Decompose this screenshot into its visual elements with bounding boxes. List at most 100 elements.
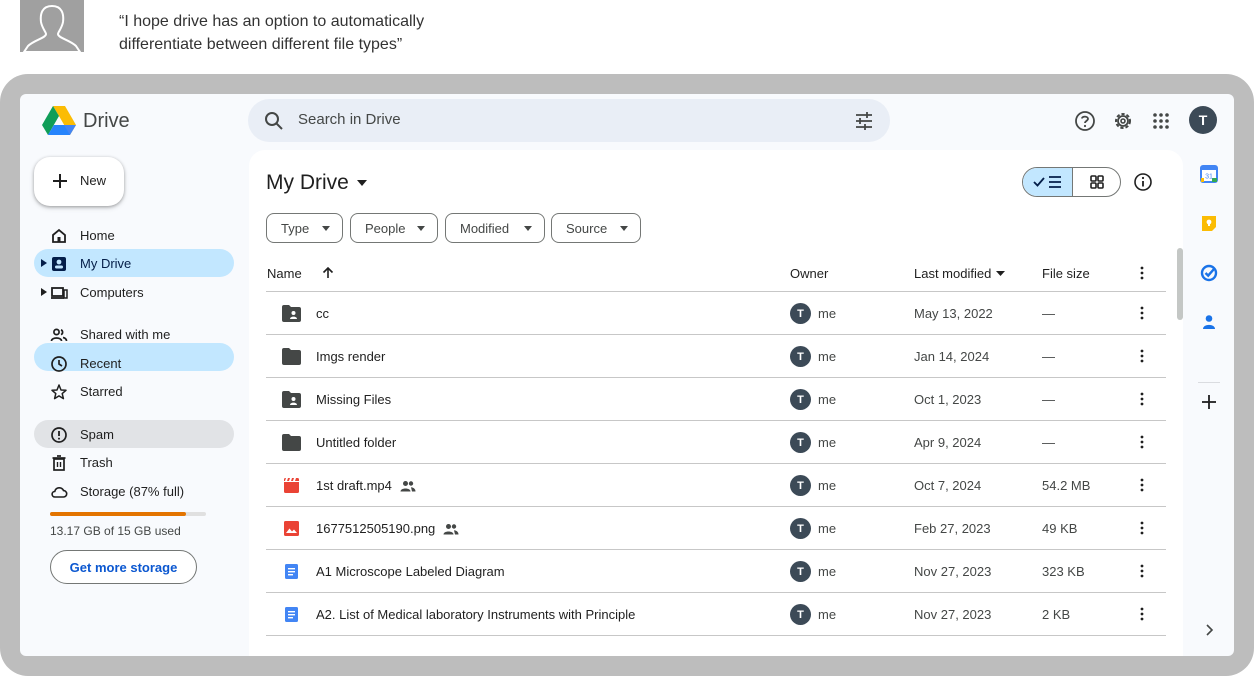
table-row[interactable]: A1 Microscope Labeled Diagram T me Nov 2… bbox=[266, 550, 1166, 593]
sidebar-item-my-drive[interactable]: My Drive bbox=[34, 249, 234, 277]
sidebar-item-storage[interactable]: Storage (87% full) bbox=[34, 477, 234, 505]
device-frame: Drive Search in Drive T New Home My Driv… bbox=[0, 74, 1254, 676]
column-header-owner[interactable]: Owner bbox=[790, 255, 828, 291]
help-icon[interactable] bbox=[1072, 108, 1098, 134]
owner-avatar: T bbox=[790, 432, 811, 453]
owner-name: me bbox=[818, 564, 837, 579]
chevron-down-icon bbox=[417, 226, 425, 231]
file-size: — bbox=[1042, 306, 1055, 321]
chevron-down-icon bbox=[356, 180, 367, 186]
search-input[interactable]: Search in Drive bbox=[298, 111, 401, 128]
search-options-icon[interactable] bbox=[854, 111, 874, 131]
table-row[interactable]: Imgs render T me Jan 14, 2024 — bbox=[266, 335, 1166, 378]
settings-gear-icon[interactable] bbox=[1110, 108, 1136, 134]
rail-divider bbox=[1198, 382, 1220, 383]
computer-icon bbox=[51, 287, 68, 299]
spam-icon bbox=[51, 427, 67, 443]
sidebar-item-starred[interactable]: Starred bbox=[34, 377, 234, 405]
scrollbar-thumb[interactable] bbox=[1177, 248, 1183, 320]
sidebar-item-computers[interactable]: Computers bbox=[34, 278, 234, 306]
new-button[interactable]: New bbox=[34, 157, 124, 206]
file-name-text: Imgs render bbox=[316, 349, 386, 364]
add-addon-plus-icon[interactable] bbox=[1197, 390, 1221, 414]
storage-progress-fill bbox=[50, 512, 186, 516]
column-header-file-size[interactable]: File size bbox=[1042, 255, 1090, 291]
file-name-text: Untitled folder bbox=[316, 435, 397, 450]
owner-avatar: T bbox=[790, 604, 811, 625]
tasks-icon[interactable] bbox=[1197, 261, 1221, 285]
contacts-icon[interactable] bbox=[1197, 310, 1221, 334]
owner-avatar: T bbox=[790, 518, 811, 539]
get-more-storage-button[interactable]: Get more storage bbox=[50, 550, 197, 584]
column-header-name[interactable]: Name bbox=[267, 255, 334, 291]
filter-type-chip[interactable]: Type bbox=[266, 213, 343, 243]
file-name: cc bbox=[316, 306, 329, 321]
sidebar-item-recent[interactable]: Recent bbox=[34, 349, 234, 377]
more-options-icon[interactable] bbox=[1134, 305, 1150, 321]
account-avatar[interactable]: T bbox=[1189, 106, 1217, 134]
drive-logo[interactable]: Drive bbox=[42, 104, 242, 138]
table-row[interactable]: Untitled folder T me Apr 9, 2024 — bbox=[266, 421, 1166, 464]
folder-icon bbox=[282, 348, 301, 365]
file-name: Imgs render bbox=[316, 349, 385, 364]
check-list-icon bbox=[1032, 176, 1061, 188]
expand-arrow-icon[interactable] bbox=[41, 259, 47, 267]
more-options-icon[interactable] bbox=[1134, 391, 1150, 407]
apps-grid-icon[interactable] bbox=[1148, 108, 1174, 134]
file-name-text: 1677512505190.png bbox=[316, 521, 436, 536]
info-icon[interactable] bbox=[1133, 172, 1153, 192]
last-modified: Apr 9, 2024 bbox=[914, 435, 982, 450]
shared-folder-icon bbox=[282, 391, 301, 408]
keep-icon[interactable] bbox=[1197, 211, 1221, 235]
more-options-icon[interactable] bbox=[1134, 563, 1150, 579]
sidebar-item-spam[interactable]: Spam bbox=[34, 420, 234, 448]
search-bar[interactable]: Search in Drive bbox=[248, 99, 890, 142]
storage-progress-bar bbox=[50, 512, 206, 516]
grid-view-button[interactable] bbox=[1073, 168, 1120, 196]
table-row[interactable]: A2. List of Medical laboratory Instrumen… bbox=[266, 593, 1166, 636]
video-icon bbox=[284, 478, 299, 493]
expand-arrow-icon[interactable] bbox=[41, 288, 47, 296]
table-row[interactable]: 1677512505190.png T me Feb 27, 2023 49 K… bbox=[266, 507, 1166, 550]
table-row[interactable]: cc T me May 13, 2022 — bbox=[266, 292, 1166, 335]
owner-avatar: T bbox=[790, 561, 811, 582]
more-options-icon[interactable] bbox=[1134, 477, 1150, 493]
more-options-icon[interactable] bbox=[1134, 606, 1150, 622]
search-icon[interactable] bbox=[264, 111, 284, 131]
table-row[interactable]: Missing Files T me Oct 1, 2023 — bbox=[266, 378, 1166, 421]
people-icon bbox=[50, 328, 68, 342]
chip-label: Source bbox=[566, 220, 608, 236]
file-name-text: Missing Files bbox=[316, 392, 392, 407]
file-name-text: 1st draft.mp4 bbox=[316, 478, 392, 493]
sort-arrow-up-icon[interactable] bbox=[322, 267, 334, 279]
file-size: — bbox=[1042, 349, 1055, 364]
table-row[interactable]: 1st draft.mp4 T me Oct 7, 2024 54.2 MB bbox=[266, 464, 1166, 507]
filter-modified-chip[interactable]: Modified bbox=[445, 213, 545, 243]
column-header-last-modified[interactable]: Last modified bbox=[914, 255, 1006, 291]
calendar-icon[interactable]: 31 bbox=[1197, 162, 1221, 186]
sidebar-item-home[interactable]: Home bbox=[34, 221, 234, 249]
chevron-right-icon[interactable] bbox=[1197, 618, 1221, 642]
quote-line-1: “I hope drive has an option to automatic… bbox=[119, 13, 425, 30]
shared-folder-icon bbox=[282, 305, 301, 322]
more-options-icon[interactable] bbox=[1134, 265, 1150, 281]
column-header-label: Last modified bbox=[914, 265, 992, 281]
grid-icon bbox=[1090, 175, 1104, 189]
more-options-icon[interactable] bbox=[1134, 348, 1150, 364]
last-modified: Oct 1, 2023 bbox=[914, 392, 982, 407]
list-view-button[interactable] bbox=[1023, 168, 1073, 196]
chevron-down-icon bbox=[620, 226, 628, 231]
sidebar-item-trash[interactable]: Trash bbox=[34, 448, 234, 476]
filter-source-chip[interactable]: Source bbox=[551, 213, 641, 243]
column-header-label: Owner bbox=[790, 265, 829, 281]
file-size: 54.2 MB bbox=[1042, 478, 1091, 493]
sidebar-item-label: Computers bbox=[80, 285, 144, 300]
app-name: Drive bbox=[83, 109, 130, 132]
page-title[interactable]: My Drive bbox=[266, 171, 367, 195]
filter-people-chip[interactable]: People bbox=[350, 213, 438, 243]
quote-line-2: differentiate between different file typ… bbox=[119, 36, 403, 53]
sidebar-item-shared[interactable]: Shared with me bbox=[34, 320, 234, 348]
more-options-icon[interactable] bbox=[1134, 520, 1150, 536]
more-options-icon[interactable] bbox=[1134, 434, 1150, 450]
file-name-text: A1 Microscope Labeled Diagram bbox=[316, 564, 505, 579]
